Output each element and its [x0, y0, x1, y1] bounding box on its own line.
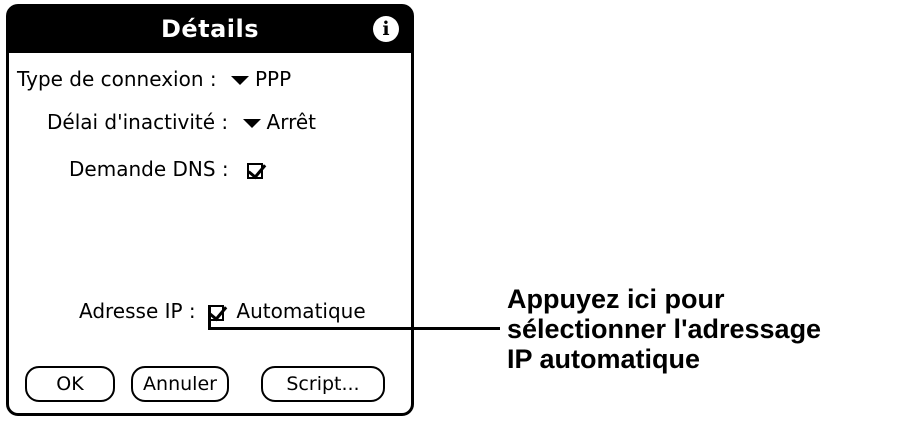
title-bar: Détails i: [9, 7, 411, 53]
callout-line-2: sélectionner l'adressage: [507, 314, 822, 344]
dns-query-row: Demande DNS :: [69, 157, 269, 181]
idle-timeout-dropdown[interactable]: Arrêt: [235, 110, 316, 134]
idle-timeout-row: Délai d'inactivité : Arrêt: [47, 110, 316, 134]
ip-auto-label[interactable]: Automatique: [236, 299, 365, 323]
callout-line-3: IP automatique: [507, 344, 701, 374]
callout-line-1: Appuyez ici pour: [507, 284, 725, 314]
ip-address-row: Adresse IP : Automatique: [79, 299, 366, 323]
ok-button[interactable]: OK: [25, 366, 115, 402]
connection-type-value: PPP: [254, 67, 292, 91]
info-icon[interactable]: i: [373, 16, 399, 42]
idle-timeout-value: Arrêt: [266, 110, 316, 134]
dropdown-arrow-icon: [230, 76, 249, 85]
dns-query-label: Demande DNS :: [69, 157, 229, 181]
dialog-title: Détails: [160, 15, 260, 43]
callout-text: Appuyez ici pour sélectionner l'adressag…: [507, 284, 821, 374]
cancel-button[interactable]: Annuler: [131, 366, 229, 402]
details-dialog: Détails i Type de connexion : PPP Délai …: [6, 4, 414, 416]
dns-query-checkbox[interactable]: [247, 162, 263, 179]
connection-type-row: Type de connexion : PPP: [17, 67, 291, 91]
dropdown-arrow-icon: [242, 119, 261, 128]
connection-type-label: Type de connexion :: [17, 67, 217, 91]
script-button[interactable]: Script...: [261, 366, 385, 402]
connection-type-dropdown[interactable]: PPP: [223, 67, 291, 91]
ip-address-label: Adresse IP :: [79, 299, 196, 323]
callout-line: [208, 327, 500, 330]
idle-timeout-label: Délai d'inactivité :: [47, 110, 229, 134]
